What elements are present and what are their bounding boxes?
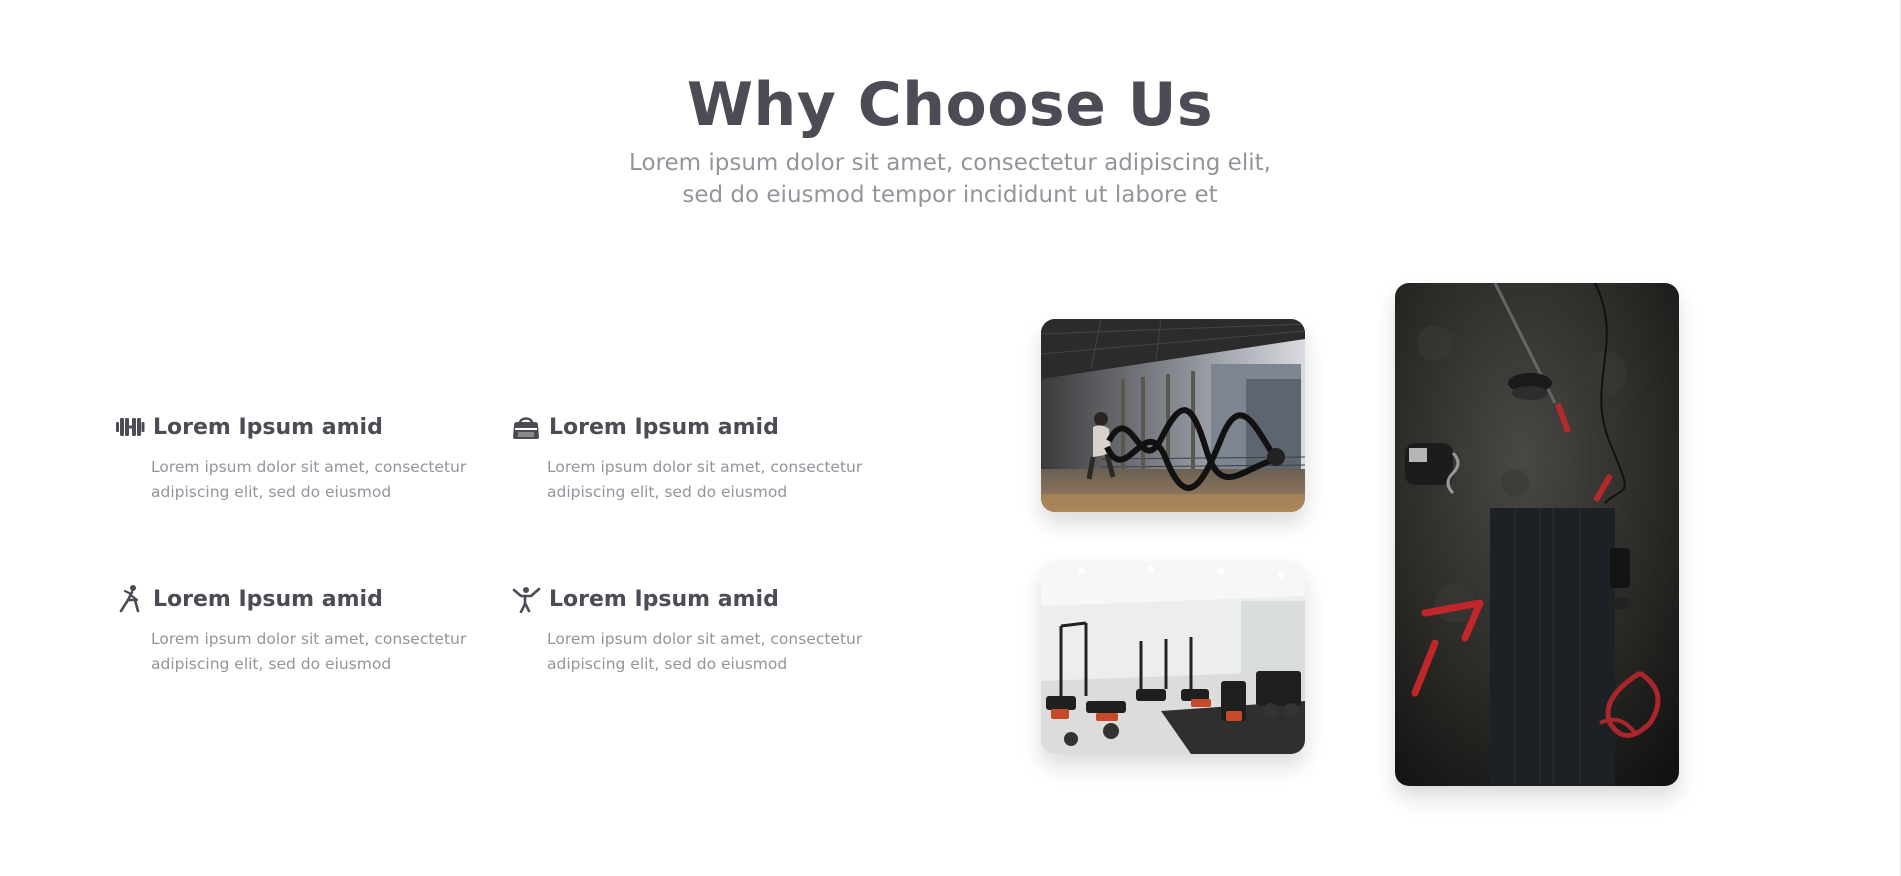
feature-item: Lorem Ipsum amid Lorem ipsum dolor sit a… [115,410,475,504]
feature-description: Lorem ipsum dolor sit amet, consectetur … [547,458,863,501]
gym-bag-icon [511,412,541,442]
why-choose-us-section: Why Choose Us Lorem ipsum dolor sit amet… [0,0,1901,876]
feature-item: Lorem Ipsum amid Lorem ipsum dolor sit a… [511,582,871,676]
battle-ropes-photo [1041,319,1305,512]
feature-title: Lorem Ipsum amid [549,586,779,612]
feature-title: Lorem Ipsum amid [153,586,383,612]
feature-title: Lorem Ipsum amid [549,414,779,440]
feature-item: Lorem Ipsum amid Lorem ipsum dolor sit a… [115,582,475,676]
feature-description: Lorem ipsum dolor sit amet, consectetur … [151,458,467,501]
feature-description: Lorem ipsum dolor sit amet, consectetur … [547,630,863,673]
section-subtitle: Lorem ipsum dolor sit amet, consectetur … [629,150,1271,208]
yoga-pose-icon [115,584,145,614]
section-title: Why Choose Us [686,70,1214,140]
gym-interior-photo [1041,561,1305,754]
dumbbell-icon [115,412,145,442]
martial-arts-icon [511,584,541,614]
feature-description: Lorem ipsum dolor sit amet, consectetur … [151,630,467,673]
feature-title: Lorem Ipsum amid [153,414,383,440]
gym-equipment-flatlay-photo [1395,283,1679,786]
feature-item: Lorem Ipsum amid Lorem ipsum dolor sit a… [511,410,871,504]
